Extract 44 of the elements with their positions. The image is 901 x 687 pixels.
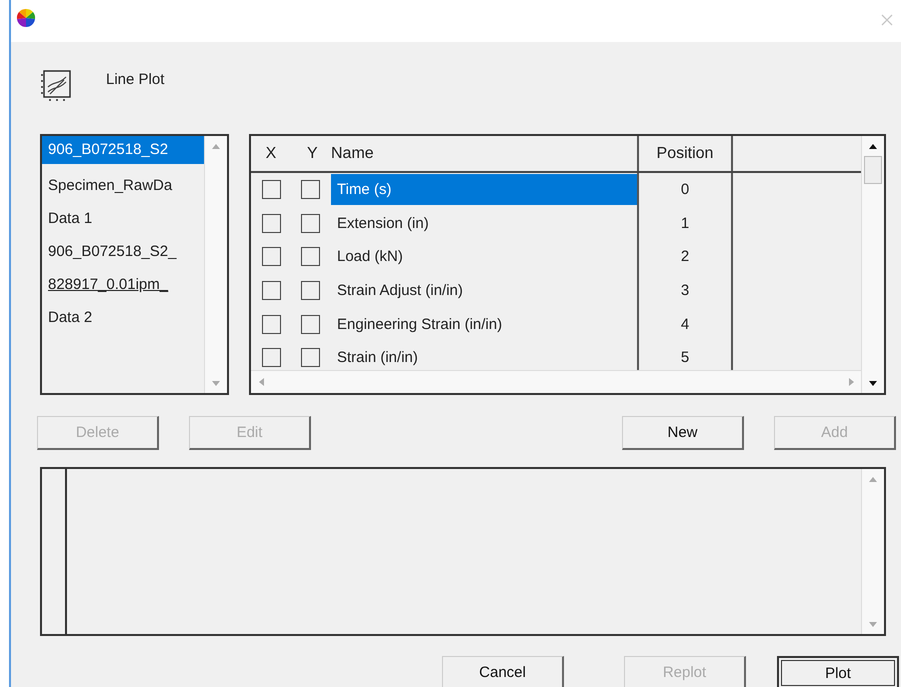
scrollbar[interactable] <box>861 136 884 393</box>
y-checkbox[interactable] <box>301 348 320 368</box>
x-checkbox[interactable] <box>262 281 280 300</box>
channel-name[interactable]: Load (kN) <box>331 241 637 272</box>
column-header[interactable]: Name <box>331 136 639 171</box>
line-plot-icon <box>40 69 74 103</box>
column-header[interactable]: Position <box>639 136 733 171</box>
data-list-item[interactable]: 828917_0.01ipm_ <box>42 268 204 301</box>
data-list-item[interactable]: Data 2 <box>42 301 204 334</box>
scroll-down-icon[interactable] <box>869 380 877 386</box>
position-cell: 2 <box>680 248 690 266</box>
column-header[interactable]: Y <box>291 144 331 162</box>
position-cell: 0 <box>680 181 690 198</box>
data-list-item[interactable]: 906_B072518_S2 <box>42 136 204 164</box>
y-checkbox[interactable] <box>301 180 320 200</box>
dialog-button[interactable]: Cancel <box>442 656 564 687</box>
dialog-title: Line Plot <box>106 70 164 88</box>
data-list-item[interactable]: 906_B072518_S2_ <box>42 235 204 268</box>
channel-name[interactable]: Extension (in) <box>331 208 637 239</box>
position-cell: 3 <box>680 282 690 300</box>
new-button[interactable]: New <box>622 416 744 450</box>
column-header[interactable]: X <box>251 144 291 162</box>
dialog-button[interactable]: Plot <box>777 656 899 687</box>
data-list-item[interactable]: Data 1 <box>42 202 204 235</box>
x-checkbox[interactable] <box>262 247 280 266</box>
y-checkbox[interactable] <box>301 214 320 233</box>
data-list-item[interactable]: Specimen_RawDa <box>42 169 204 202</box>
position-cell: 4 <box>680 316 690 333</box>
position-cell: 5 <box>680 349 690 366</box>
scroll-thumb[interactable] <box>864 156 882 184</box>
channel-name[interactable]: Strain Adjust (in/in) <box>331 275 637 306</box>
position-cell: 1 <box>680 214 690 232</box>
x-checkbox[interactable] <box>262 314 280 334</box>
scroll-up-icon[interactable] <box>869 144 877 148</box>
x-checkbox[interactable] <box>262 348 280 368</box>
channel-name[interactable]: Time (s) <box>331 174 637 206</box>
y-checkbox[interactable] <box>301 247 320 266</box>
y-checkbox[interactable] <box>301 314 320 334</box>
app-logo-icon <box>16 8 36 28</box>
channel-name[interactable]: Strain (in/in) <box>331 342 637 370</box>
channel-name[interactable]: Engineering Strain (in/in) <box>331 308 637 340</box>
y-checkbox[interactable] <box>301 281 320 300</box>
x-checkbox[interactable] <box>262 180 280 200</box>
x-checkbox[interactable] <box>262 214 280 233</box>
